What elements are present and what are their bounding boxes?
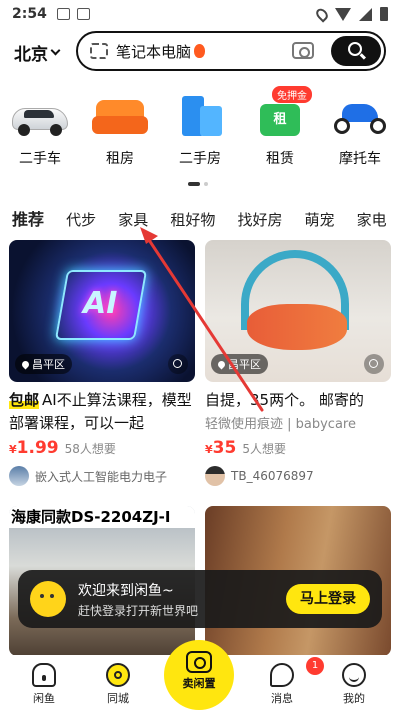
rent-box-icon: 租 免押金 [250,86,312,140]
sofa-icon [90,92,150,140]
location-target-icon [106,663,130,687]
location-label: 昌平区 [228,358,261,371]
seller-info[interactable]: 嵌入式人工智能电力电子 [9,466,195,486]
motorcycle-icon [330,92,390,140]
avatar [9,466,29,486]
sell-button-label: 卖闲置 [182,677,216,690]
seller-info[interactable]: TB_46076897 [205,466,391,486]
product-image[interactable]: 昌平区 [205,240,391,382]
nav-me[interactable]: 我的 [324,663,384,706]
seller-name: 嵌入式人工智能电力电子 [35,469,168,484]
nav-messages[interactable]: 1 消息 [252,657,324,706]
product-price: ¥35 [205,438,236,458]
location-tag: 昌平区 [15,354,72,374]
free-shipping-tag: 包邮 [9,391,40,409]
seller-name: TB_46076897 [231,469,314,483]
login-prompt-subtitle: 赶快登录打开新世界吧 [78,603,199,618]
deposit-free-badge: 免押金 [272,86,312,103]
login-button[interactable]: 马上登录 [286,584,370,614]
tab-furniture[interactable]: 家具 [118,209,148,230]
category-label: 租赁 [266,151,294,167]
city-selector[interactable]: 北京 [14,40,61,65]
login-prompt-title: 欢迎来到闲鱼~ [78,582,174,599]
image-notification-icon [56,8,70,20]
smiley-icon [342,663,366,687]
price-value: 35 [212,438,237,458]
camera-search-icon[interactable] [292,42,314,59]
building-icon [170,92,230,140]
category-row: 二手车 租房 二手房 租 免押金 租赁 摩托车 [0,86,400,172]
tab-transport[interactable]: 代步 [66,209,96,230]
category-used-house[interactable]: 二手房 [164,92,236,168]
battery-icon [380,7,388,21]
search-icon [348,42,362,56]
location-pin-icon [216,359,227,369]
product-title: 自提，35两个。 邮寄的 轻微使用痕迹 | babycare [205,389,391,435]
search-button[interactable] [331,36,381,66]
product-card[interactable]: 昌平区 自提，35两个。 邮寄的 轻微使用痕迹 | babycare ¥35 5人… [205,240,391,486]
category-label: 租房 [106,151,134,167]
category-label: 摩托车 [339,151,381,167]
location-tag: 昌平区 [211,354,268,374]
car-icon [10,92,70,140]
flame-icon [194,44,206,58]
message-icon: 1 [270,657,324,687]
city-label: 北京 [14,45,48,65]
xianyu-mascot-icon [30,581,66,617]
search-box[interactable]: 笔记本电脑 [76,31,386,71]
nav-home[interactable]: 闲鱼 [14,663,74,706]
page-indicator [188,182,208,186]
chevron-down-icon [50,45,61,56]
location-pin-icon [20,359,31,369]
category-label: 二手车 [19,151,61,167]
product-title: 包邮 AI不止算法课程，模型部署课程，可以一起 [9,389,195,435]
camera-icon [186,651,212,673]
image-search-icon[interactable] [364,354,384,374]
signal-icon [359,7,372,21]
product-card[interactable]: AI 昌平区 包邮 AI不止算法课程，模型部署课程，可以一起 ¥1.99 58人想… [9,240,195,486]
scan-icon[interactable] [90,43,108,59]
feed-tabs: 推荐 代步 家具 租好物 找好房 萌宠 家电 乐 [12,206,400,230]
wants-count: 5人想要 [242,442,286,456]
tab-find-house[interactable]: 找好房 [237,209,282,230]
product-price: ¥1.99 [9,438,59,458]
nav-messages-label: 消息 [271,692,293,705]
nav-nearby-label: 同城 [107,692,129,705]
status-bar: 2:54 [0,0,400,28]
nav-home-label: 闲鱼 [33,692,55,705]
wants-count: 58人想要 [64,442,116,456]
home-icon [32,663,56,687]
wifi-icon [335,7,351,21]
nav-me-label: 我的 [343,692,365,705]
currency-symbol: ¥ [205,443,213,456]
category-rent-house[interactable]: 租房 [84,92,156,168]
product-image[interactable]: AI 昌平区 [9,240,195,382]
tab-appliances[interactable]: 家电 [357,209,387,230]
currency-symbol: ¥ [9,443,17,456]
image-search-icon[interactable] [168,354,188,374]
message-badge: 1 [306,657,324,675]
category-leasing[interactable]: 租 免押金 租赁 [244,86,316,168]
avatar [205,466,225,486]
location-icon [313,5,331,23]
status-time: 2:54 [12,6,47,22]
tab-rental-goods[interactable]: 租好物 [170,209,215,230]
product-subtitle: 轻微使用痕迹 | babycare [205,417,356,432]
nav-nearby[interactable]: 同城 [88,663,148,706]
location-label: 昌平区 [32,358,65,371]
category-used-cars[interactable]: 二手车 [4,92,76,168]
sell-button[interactable]: 卖闲置 [164,640,234,710]
category-label: 二手房 [179,151,221,167]
category-motorcycle[interactable]: 摩托车 [324,92,396,168]
product-title-text: 自提，35两个。 邮寄的 [205,391,364,409]
search-input[interactable]: 笔记本电脑 [116,41,191,62]
font-notification-icon [76,8,90,20]
tab-pets[interactable]: 萌宠 [305,209,335,230]
product-banner-text: 海康同款DS-2204ZJ-I [9,506,195,528]
tab-recommend[interactable]: 推荐 [12,206,46,230]
login-prompt: 欢迎来到闲鱼~ 赶快登录打开新世界吧 马上登录 [18,570,382,628]
price-value: 1.99 [16,438,59,458]
